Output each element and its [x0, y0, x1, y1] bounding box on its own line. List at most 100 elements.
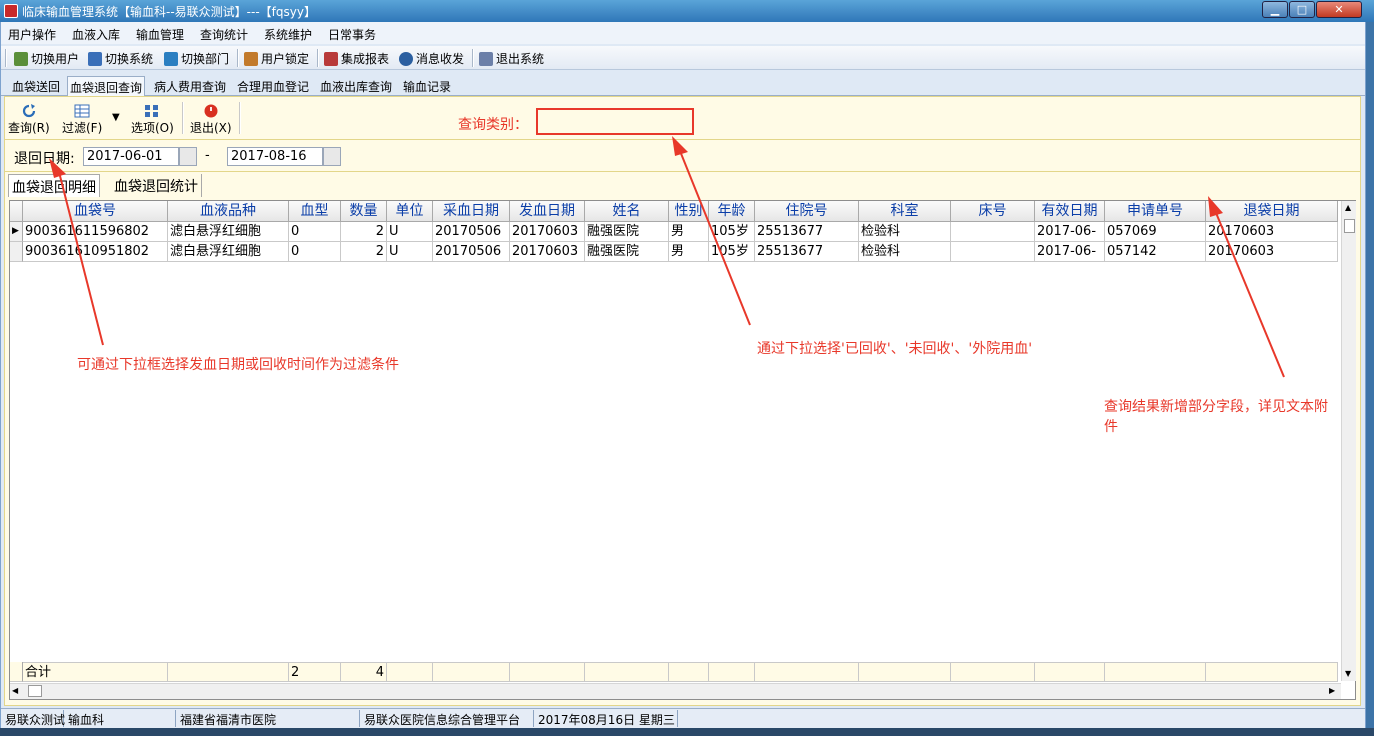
switch-system-button[interactable]: 切换系统	[88, 50, 153, 67]
date-from-input[interactable]: 2017-06-01	[83, 147, 179, 166]
user-lock-icon	[244, 51, 258, 66]
date-from-picker-button[interactable]	[179, 147, 197, 166]
vertical-scrollbar[interactable]: ▲ ▼	[1341, 201, 1356, 681]
cell-name[interactable]: 融强医院	[585, 242, 669, 262]
cell-sex[interactable]: 男	[669, 222, 709, 242]
cell-collect-date[interactable]: 20170506	[433, 242, 510, 262]
cell-inpatient-no[interactable]: 25513677	[755, 242, 859, 262]
cell-issue-date[interactable]: 20170603	[510, 222, 585, 242]
column-header-application-no[interactable]: 申请单号	[1105, 201, 1206, 222]
cell-return-date[interactable]: 20170603	[1206, 242, 1338, 262]
date-to-picker-button[interactable]	[323, 147, 341, 166]
tab-rational-blood-registration[interactable]: 合理用血登记	[235, 78, 311, 95]
cell-bed-no[interactable]	[951, 222, 1035, 242]
tab-transfusion-records[interactable]: 输血记录	[401, 78, 453, 95]
row-indicator[interactable]: ▶	[10, 222, 23, 242]
cell-age[interactable]: 105岁	[709, 242, 755, 262]
cell-blood-type-product[interactable]: 滤白悬浮红细胞	[168, 222, 289, 242]
tab-bag-return-query[interactable]: 血袋退回查询	[67, 76, 146, 96]
column-header-quantity[interactable]: 数量	[341, 201, 387, 222]
cell-inpatient-no[interactable]: 25513677	[755, 222, 859, 242]
cell-collect-date[interactable]: 20170506	[433, 222, 510, 242]
query-button[interactable]: 查询(R)	[8, 104, 50, 136]
column-header-bed-no[interactable]: 床号	[951, 201, 1035, 222]
horizontal-scrollbar[interactable]: ◀ ▶	[10, 683, 1341, 699]
cell-name[interactable]: 融强医院	[585, 222, 669, 242]
column-header-age[interactable]: 年龄	[709, 201, 755, 222]
scroll-down-arrow-icon[interactable]: ▼	[1345, 669, 1351, 678]
cell-sex[interactable]: 男	[669, 242, 709, 262]
cell-blood-group[interactable]: 0	[289, 242, 341, 262]
cell-blood-type-product[interactable]: 滤白悬浮红细胞	[168, 242, 289, 262]
cell-issue-date[interactable]: 20170603	[510, 242, 585, 262]
cell-department[interactable]: 检验科	[859, 242, 951, 262]
panel-toolbar-separator	[239, 102, 241, 134]
options-button[interactable]: 选项(O)	[131, 104, 174, 136]
filter-dropdown-arrow[interactable]: ▼	[112, 112, 120, 123]
maximize-button[interactable]: □	[1289, 1, 1315, 18]
summary-cell-unit	[387, 662, 433, 682]
filter-button[interactable]: 过滤(F)	[62, 104, 102, 136]
menu-query-stats[interactable]: 查询统计	[200, 26, 248, 43]
tab-blood-out-query[interactable]: 血液出库查询	[318, 78, 394, 95]
query-category-select[interactable]	[536, 108, 694, 135]
column-header-return-date[interactable]: 退袋日期	[1206, 201, 1338, 222]
messages-button[interactable]: 消息收发	[399, 50, 464, 67]
column-header-expiry-date[interactable]: 有效日期	[1035, 201, 1105, 222]
close-button[interactable]: ✕	[1316, 1, 1362, 18]
cell-quantity[interactable]: 2	[341, 242, 387, 262]
status-org: 易联众测试	[1, 710, 65, 727]
row-indicator[interactable]	[10, 242, 23, 262]
date-to-input[interactable]: 2017-08-16	[227, 147, 323, 166]
tab-bag-return[interactable]: 血袋送回	[10, 78, 62, 95]
menu-user-ops[interactable]: 用户操作	[8, 26, 56, 43]
cell-expiry-date[interactable]: 2017-06-	[1035, 222, 1105, 242]
column-header-bag-no[interactable]: 血袋号	[23, 201, 168, 222]
menu-system[interactable]: 系统维护	[264, 26, 312, 43]
cell-return-date[interactable]: 20170603	[1206, 222, 1338, 242]
title-bar[interactable]: 临床输血管理系统【输血科--易联众测试】---【fqsyy】 ▁ □ ✕	[0, 0, 1374, 22]
column-header-blood-type-product[interactable]: 血液品种	[168, 201, 289, 222]
cell-blood-group[interactable]: 0	[289, 222, 341, 242]
column-header-inpatient-no[interactable]: 住院号	[755, 201, 859, 222]
cell-expiry-date[interactable]: 2017-06-	[1035, 242, 1105, 262]
column-header-issue-date[interactable]: 发血日期	[510, 201, 585, 222]
scroll-up-arrow-icon[interactable]: ▲	[1345, 203, 1351, 212]
cell-application-no[interactable]: 057142	[1105, 242, 1206, 262]
exit-button[interactable]: 退出(X)	[190, 104, 232, 136]
menu-transfusion[interactable]: 输血管理	[136, 26, 184, 43]
tab-patient-fee-query[interactable]: 病人费用查询	[152, 78, 228, 95]
scroll-left-arrow-icon[interactable]: ◀	[12, 686, 18, 695]
minimize-button[interactable]: ▁	[1262, 1, 1288, 18]
column-header-department[interactable]: 科室	[859, 201, 951, 222]
column-header-unit[interactable]: 单位	[387, 201, 433, 222]
subtab-return-details[interactable]: 血袋退回明细	[8, 174, 100, 197]
options-icon	[145, 105, 159, 117]
cell-age[interactable]: 105岁	[709, 222, 755, 242]
horizontal-scroll-thumb[interactable]	[28, 685, 42, 697]
exit-system-button[interactable]: 退出系统	[479, 50, 544, 67]
menu-daily[interactable]: 日常事务	[328, 26, 376, 43]
column-header-name[interactable]: 姓名	[585, 201, 669, 222]
switch-user-button[interactable]: 切换用户	[14, 50, 79, 67]
user-lock-button[interactable]: 用户锁定	[244, 50, 309, 67]
fields-annotation-note-line1: 查询结果新增部分字段，详见文本附	[1104, 399, 1328, 415]
subtab-return-stats[interactable]: 血袋退回统计	[111, 174, 202, 197]
column-header-sex[interactable]: 性别	[669, 201, 709, 222]
cell-unit[interactable]: U	[387, 222, 433, 242]
column-header-collect-date[interactable]: 采血日期	[433, 201, 510, 222]
switch-department-button[interactable]: 切换部门	[164, 50, 229, 67]
cell-quantity[interactable]: 2	[341, 222, 387, 242]
summary-cell-department	[859, 662, 951, 682]
scroll-right-arrow-icon[interactable]: ▶	[1329, 686, 1335, 695]
vertical-scroll-thumb[interactable]	[1344, 219, 1355, 233]
cell-application-no[interactable]: 057069	[1105, 222, 1206, 242]
integrated-report-button[interactable]: 集成报表	[324, 50, 389, 67]
cell-department[interactable]: 检验科	[859, 222, 951, 242]
column-header-blood-group[interactable]: 血型	[289, 201, 341, 222]
cell-unit[interactable]: U	[387, 242, 433, 262]
menu-blood-in[interactable]: 血液入库	[72, 26, 120, 43]
cell-bed-no[interactable]	[951, 242, 1035, 262]
cell-bag-no[interactable]: 900361611596802	[23, 222, 168, 242]
cell-bag-no[interactable]: 900361610951802	[23, 242, 168, 262]
